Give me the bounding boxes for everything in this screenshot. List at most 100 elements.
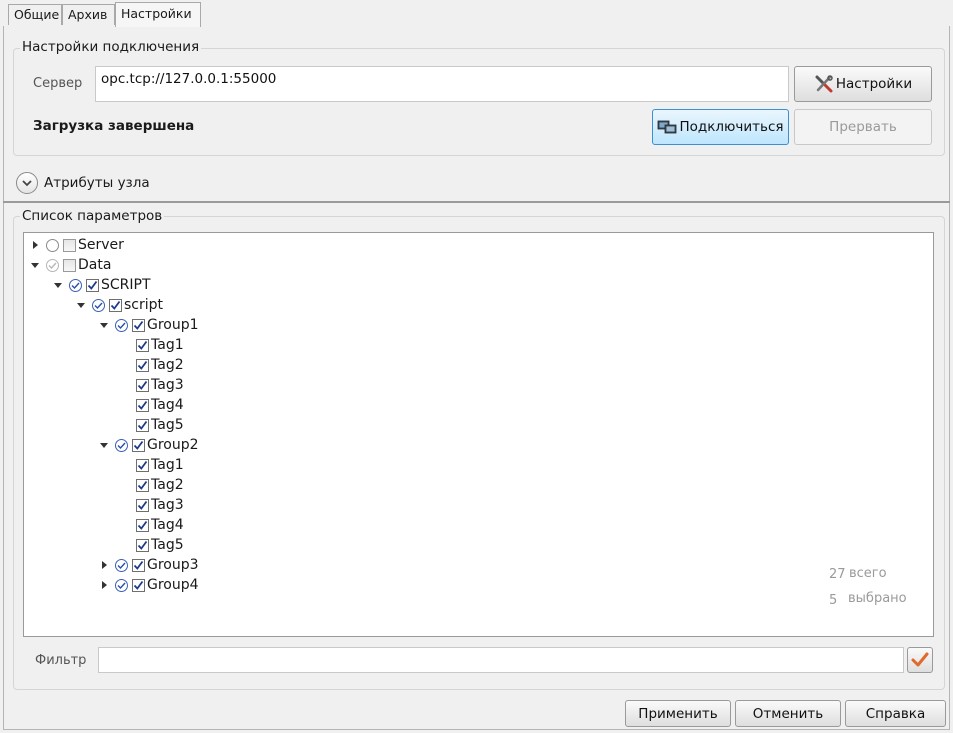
tools-icon <box>814 75 834 93</box>
node-checkbox[interactable] <box>132 558 145 572</box>
tree-node[interactable]: Group2 <box>99 435 199 455</box>
node-attributes-label: Атрибуты узла <box>44 175 150 191</box>
tree-node-label: Group2 <box>147 437 199 453</box>
tree-expand-arrow-icon[interactable] <box>99 579 111 591</box>
tab-archive[interactable]: Архив <box>62 4 115 25</box>
node-checkbox[interactable] <box>136 458 149 472</box>
apply-button[interactable]: Применить <box>625 700 731 727</box>
node-status-icon <box>115 438 128 452</box>
tree-node[interactable]: Tag4 <box>136 395 184 415</box>
connect-button-label: Подключиться <box>679 119 784 135</box>
tree-node-label: Data <box>78 257 112 273</box>
total-label: всего <box>849 566 887 581</box>
abort-button-label: Прервать <box>829 119 897 135</box>
node-status-icon <box>92 298 105 312</box>
tree-node[interactable]: Tag5 <box>136 415 184 435</box>
tree-node[interactable]: Tag2 <box>136 355 184 375</box>
tree-node-label: Server <box>78 237 124 253</box>
settings-button[interactable]: Настройки <box>794 66 932 102</box>
settings-button-label: Настройки <box>835 76 913 92</box>
tree-expand-arrow-icon[interactable] <box>30 239 42 251</box>
tree-expand-arrow-icon[interactable] <box>99 559 111 571</box>
apply-filter-button[interactable] <box>907 647 933 673</box>
tree-node[interactable]: Tag5 <box>136 535 184 555</box>
tree-node-label: Tag3 <box>151 497 184 513</box>
tree-node-label: Group3 <box>147 557 199 573</box>
tree-node[interactable]: Group3 <box>99 555 199 575</box>
tree-node-label: Group1 <box>147 317 199 333</box>
tree-node-label: Tag4 <box>151 517 184 533</box>
help-button[interactable]: Справка <box>845 700 946 727</box>
tree-node[interactable]: script <box>76 295 163 315</box>
tree-node[interactable]: Group1 <box>99 315 199 335</box>
node-checkbox[interactable] <box>136 358 149 372</box>
total-count: 27 <box>829 567 846 582</box>
abort-button[interactable]: Прервать <box>794 109 932 145</box>
tree-collapse-arrow-icon[interactable] <box>99 439 111 451</box>
node-status-icon <box>115 578 128 592</box>
node-checkbox[interactable] <box>132 318 145 332</box>
node-status-icon <box>115 558 128 572</box>
selected-label: выбрано <box>848 591 907 606</box>
tree-node[interactable]: Server <box>30 235 124 255</box>
tree-collapse-arrow-icon[interactable] <box>53 279 65 291</box>
tree-node[interactable]: Tag2 <box>136 475 184 495</box>
network-icon <box>657 119 677 135</box>
node-status-icon <box>69 278 82 292</box>
server-input[interactable]: opc.tcp://127.0.0.1:55000 <box>95 66 789 102</box>
tree-node-label: SCRIPT <box>101 277 151 293</box>
parameters-title: Список параметров <box>20 208 165 224</box>
filter-label: Фильтр <box>35 653 87 668</box>
node-status-icon <box>46 238 59 252</box>
server-label: Сервер <box>33 76 83 91</box>
node-checkbox[interactable] <box>136 378 149 392</box>
connection-settings-title: Настройки подключения <box>20 39 202 55</box>
checkmark-icon <box>911 652 929 667</box>
chevron-down-icon <box>22 180 32 187</box>
node-checkbox[interactable] <box>136 518 149 532</box>
node-checkbox[interactable] <box>136 478 149 492</box>
tree-node-label: Tag2 <box>151 357 184 373</box>
tab-general[interactable]: Общие <box>8 4 62 25</box>
node-checkbox[interactable] <box>136 338 149 352</box>
tree-collapse-arrow-icon[interactable] <box>76 299 88 311</box>
filter-input[interactable] <box>98 647 904 673</box>
tree-node[interactable]: Group4 <box>99 575 199 595</box>
tree-node[interactable]: Tag1 <box>136 335 184 355</box>
connection-status: Загрузка завершена <box>33 118 195 134</box>
tree-node-label: Tag1 <box>151 337 184 353</box>
node-checkbox[interactable] <box>63 258 76 272</box>
node-status-icon <box>46 258 59 272</box>
cancel-button[interactable]: Отменить <box>735 700 841 727</box>
tree-node[interactable]: Tag3 <box>136 375 184 395</box>
node-checkbox[interactable] <box>136 418 149 432</box>
parameters-tree[interactable]: Server Data SCRIPT script Group1 Tag1 Tag2 Tag3… <box>23 232 934 637</box>
node-checkbox[interactable] <box>136 498 149 512</box>
expand-attributes-toggle[interactable] <box>16 172 38 194</box>
tree-collapse-arrow-icon[interactable] <box>99 319 111 331</box>
node-checkbox[interactable] <box>132 438 145 452</box>
node-checkbox[interactable] <box>63 238 76 252</box>
node-checkbox[interactable] <box>86 278 99 292</box>
node-status-icon <box>115 318 128 332</box>
tree-node-label: script <box>124 297 164 313</box>
tree-node-label: Tag2 <box>151 477 184 493</box>
tree-node[interactable]: Tag1 <box>136 455 184 475</box>
tree-node[interactable]: SCRIPT <box>53 275 151 295</box>
node-checkbox[interactable] <box>132 578 145 592</box>
section-divider <box>3 201 950 203</box>
node-checkbox[interactable] <box>136 398 149 412</box>
node-checkbox[interactable] <box>109 298 122 312</box>
tab-settings[interactable]: Настройки <box>115 2 201 27</box>
tree-node-label: Tag5 <box>151 537 184 553</box>
selected-count: 5 <box>829 593 838 608</box>
tree-node-label: Tag4 <box>151 397 184 413</box>
connect-button[interactable]: Подключиться <box>652 109 789 145</box>
tree-node-label: Tag3 <box>151 377 184 393</box>
tree-node[interactable]: Data <box>30 255 111 275</box>
tree-node-label: Tag1 <box>151 457 184 473</box>
tree-node[interactable]: Tag4 <box>136 515 184 535</box>
tree-collapse-arrow-icon[interactable] <box>30 259 42 271</box>
tree-node[interactable]: Tag3 <box>136 495 184 515</box>
node-checkbox[interactable] <box>136 538 149 552</box>
